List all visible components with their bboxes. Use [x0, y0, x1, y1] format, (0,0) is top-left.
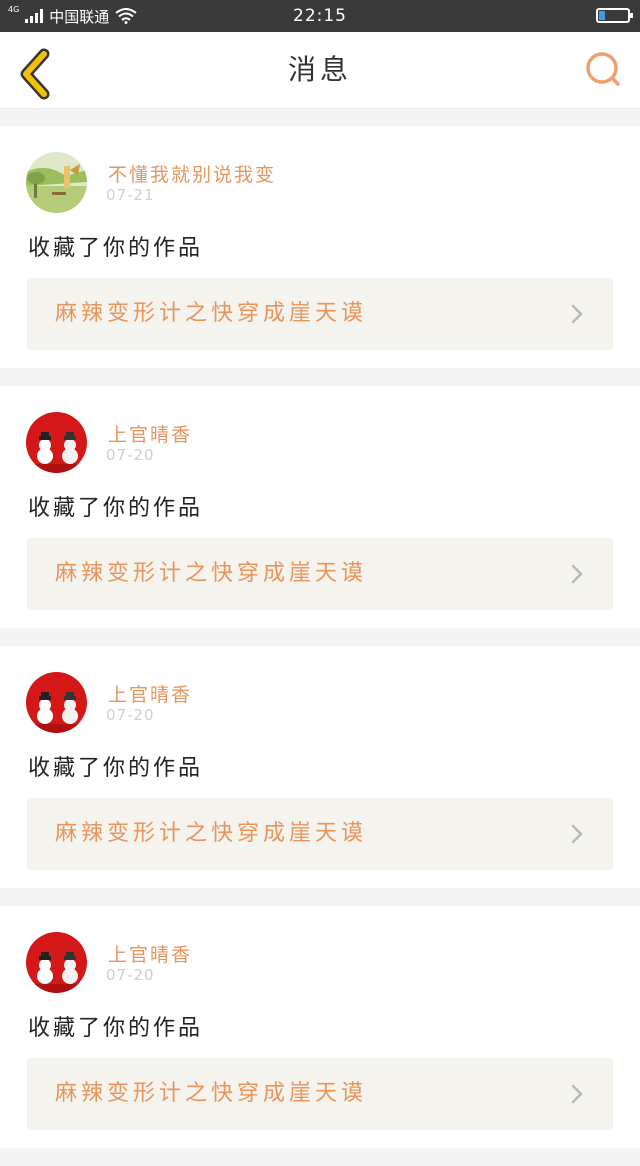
chevron-right-icon: [571, 304, 583, 324]
back-chevron-icon: [20, 48, 50, 100]
chevron-right-icon: [571, 1084, 583, 1104]
username[interactable]: 上官晴香: [108, 940, 192, 967]
avatar-nature-image: [26, 152, 87, 213]
chevron-right-icon: [571, 564, 583, 584]
avatar-snowman-image: [26, 412, 87, 473]
action-text: 收藏了你的作品: [28, 236, 204, 261]
avatar-snowman-image: [26, 672, 87, 733]
work-title: 麻辣变形计之快穿成崖天谟: [55, 301, 368, 326]
message-card: 上官晴香 07-20 收藏了你的作品 麻辣变形计之快穿成崖天谟: [0, 646, 640, 888]
work-title: 麻辣变形计之快穿成崖天谟: [55, 1081, 368, 1106]
chevron-right-icon: [571, 824, 583, 844]
back-button[interactable]: [10, 40, 70, 100]
work-link[interactable]: 麻辣变形计之快穿成崖天谟: [27, 538, 613, 610]
avatar[interactable]: [26, 932, 87, 993]
status-time: 22:15: [293, 6, 347, 26]
nav-bar: 消息: [0, 32, 640, 109]
avatar-snowman-image: [26, 932, 87, 993]
message-date: 07-20: [106, 446, 155, 464]
action-text: 收藏了你的作品: [28, 1016, 204, 1041]
username[interactable]: 不懂我就别说我变: [108, 160, 276, 187]
avatar[interactable]: [26, 412, 87, 473]
search-button[interactable]: [580, 46, 628, 94]
action-text: 收藏了你的作品: [28, 496, 204, 521]
message-list: 不懂我就别说我变 07-21 收藏了你的作品 麻辣变形计之快穿成崖天谟 上官晴香…: [0, 126, 640, 1166]
battery-icon: [596, 8, 633, 23]
work-link[interactable]: 麻辣变形计之快穿成崖天谟: [27, 798, 613, 870]
work-link[interactable]: 麻辣变形计之快穿成崖天谟: [27, 1058, 613, 1130]
message-date: 07-20: [106, 966, 155, 984]
username[interactable]: 上官晴香: [108, 680, 192, 707]
action-text: 收藏了你的作品: [28, 756, 204, 781]
work-title: 麻辣变形计之快穿成崖天谟: [55, 821, 368, 846]
username[interactable]: 上官晴香: [108, 420, 192, 447]
message-card: 上官晴香 07-20 收藏了你的作品 麻辣变形计之快穿成崖天谟: [0, 906, 640, 1148]
avatar[interactable]: [26, 672, 87, 733]
message-card: 不懂我就别说我变 07-21 收藏了你的作品 麻辣变形计之快穿成崖天谟: [0, 126, 640, 368]
work-link[interactable]: 麻辣变形计之快穿成崖天谟: [27, 278, 613, 350]
avatar[interactable]: [26, 152, 87, 213]
status-bar: 4G 中国联通 22:15: [0, 0, 640, 32]
message-date: 07-20: [106, 706, 155, 724]
message-card: 上官晴香 07-20 收藏了你的作品 麻辣变形计之快穿成崖天谟: [0, 386, 640, 628]
search-icon: [586, 52, 620, 86]
page-title: 消息: [287, 53, 352, 86]
message-date: 07-21: [106, 186, 155, 204]
work-title: 麻辣变形计之快穿成崖天谟: [55, 561, 368, 586]
